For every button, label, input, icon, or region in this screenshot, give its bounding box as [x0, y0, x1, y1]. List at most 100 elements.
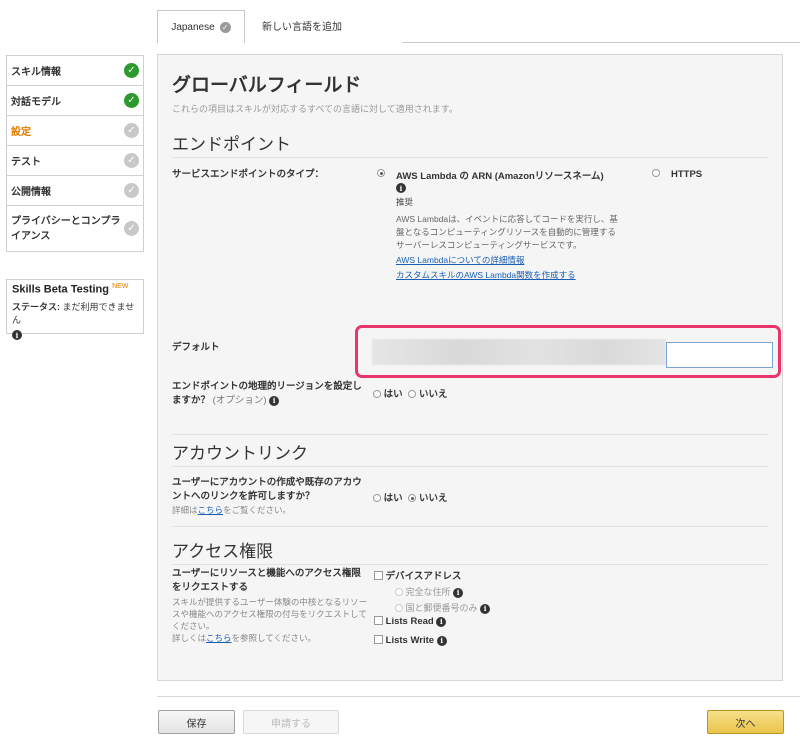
region-no-radio[interactable] [408, 390, 417, 398]
tab-japanese[interactable]: Japanese ✓ [157, 10, 245, 43]
permissions-help-link[interactable]: こちら [206, 633, 232, 643]
account-linking-help-link[interactable]: こちら [198, 505, 224, 515]
device-address-label[interactable]: デバイスアドレス [386, 571, 462, 582]
sidebar-item-label: テスト [11, 157, 41, 168]
permissions-question: ユーザーにリソースと機能へのアクセス権限 をリクエストする スキルが提供するユー… [172, 567, 367, 644]
info-icon[interactable]: i [269, 396, 280, 406]
beta-testing-box: Skills Beta Testing NEW ステータス: まだ利用できません… [6, 279, 144, 341]
sidebar-item-test[interactable]: テスト ✓ [7, 146, 143, 176]
full-address-radio[interactable] [395, 588, 403, 596]
save-button[interactable]: 保存 [158, 710, 235, 734]
full-address-label[interactable]: 完全な住所 [406, 587, 451, 597]
sidebar-item-label: スキル情報 [11, 67, 61, 78]
check-complete-icon: ✓ [124, 93, 139, 108]
new-badge: NEW [112, 283, 129, 290]
submit-button[interactable]: 申請する [243, 710, 339, 734]
detail-suffix: をご覧ください。 [223, 505, 292, 515]
region-label-line: エンドポイントの地理的リージョンを設定し [172, 381, 362, 392]
recommended-label: 推奨 [396, 197, 414, 207]
lists-read-checkbox[interactable] [374, 616, 383, 625]
highlight-box [355, 325, 781, 378]
lambda-description: AWS Lambdaは、イベントに応答してコードを実行し、基 盤となるコンピュー… [396, 213, 618, 252]
question-line: をリクエストする [172, 582, 249, 593]
lambda-radio[interactable] [377, 169, 385, 177]
lambda-desc-line: AWS Lambdaは、イベントに応答してコードを実行し、基 [396, 214, 618, 224]
sidebar-item-label: 対話モデル [11, 97, 61, 108]
sidebar: スキル情報 ✓ 対話モデル ✓ 設定 ✓ テスト ✓ 公開情報 ✓ プライバシー… [6, 55, 144, 252]
info-icon[interactable]: i [453, 587, 464, 598]
tab-japanese-label: Japanese [171, 21, 215, 33]
info-icon[interactable]: i [436, 635, 447, 646]
sidebar-item-skill-info[interactable]: スキル情報 ✓ [7, 56, 143, 86]
page-subtitle: これらの項目はスキルが対応するすべての言語に対して適用されます。 [172, 104, 458, 114]
check-complete-icon: ✓ [124, 63, 139, 78]
optional-label: (オプション) [212, 395, 267, 406]
https-option-label[interactable]: HTTPS [671, 169, 702, 180]
endpoint-type-label: サービスエンドポイントのタイプ： [172, 169, 325, 180]
account-linking-no-radio[interactable] [408, 494, 417, 502]
country-postal-label[interactable]: 国と郵便番号のみ [406, 603, 478, 613]
beta-title: Skills Beta Testing NEW [12, 283, 138, 296]
region-label-line: ますか？ [172, 395, 211, 406]
sidebar-item-label: 設定 [11, 127, 31, 138]
add-language-tab[interactable]: 新しい言語を追加 [262, 18, 342, 33]
lists-write-label[interactable]: Lists Write [386, 635, 434, 646]
divider [172, 526, 768, 527]
next-button[interactable]: 次へ [707, 710, 784, 734]
info-icon[interactable]: i [480, 603, 491, 614]
check-pending-icon: ✓ [124, 153, 139, 168]
https-radio[interactable] [652, 169, 660, 177]
lists-read-option: Lists Read i [374, 616, 447, 627]
page-title: グローバルフィールド [172, 75, 362, 96]
account-linking-no-label[interactable]: いいえ [419, 493, 448, 504]
device-address-option: デバイスアドレス [374, 568, 461, 582]
check-icon: ✓ [219, 21, 231, 33]
sidebar-item-publishing[interactable]: 公開情報 ✓ [7, 176, 143, 206]
footer-divider [157, 696, 800, 697]
region-no-label[interactable]: いいえ [419, 389, 448, 400]
region-yes-radio[interactable] [373, 390, 381, 398]
account-linking-yes-label[interactable]: はい [384, 493, 403, 504]
beta-status-label: ステータス: [12, 301, 60, 312]
lambda-option-label[interactable]: AWS Lambda の ARN (Amazonリソースネーム) [396, 168, 604, 182]
region-label: エンドポイントの地理的リージョンを設定し ますか？ (オプション) i [172, 380, 362, 408]
region-yes-label[interactable]: はい [384, 389, 403, 400]
permissions-desc-line: ください。 [172, 621, 215, 631]
beta-title-text: Skills Beta Testing [12, 283, 109, 296]
lists-write-option: Lists Write i [374, 635, 447, 646]
check-pending-icon: ✓ [124, 123, 139, 138]
account-linking-yes-radio[interactable] [373, 494, 381, 502]
language-tabs: Japanese ✓ 新しい言語を追加 [157, 10, 800, 43]
lists-read-label[interactable]: Lists Read [386, 616, 434, 627]
permissions-heading: アクセス権限 [172, 542, 274, 561]
country-postal-radio[interactable] [395, 604, 403, 612]
sidebar-item-configuration[interactable]: 設定 ✓ [7, 116, 143, 146]
lists-write-checkbox[interactable] [374, 635, 383, 644]
info-icon[interactable]: i [12, 330, 22, 341]
question-line: ユーザーにリソースと機能へのアクセス権限 [172, 568, 361, 579]
sidebar-item-interaction-model[interactable]: 対話モデル ✓ [7, 86, 143, 116]
account-linking-heading: アカウントリンク [172, 444, 308, 463]
sidebar-item-label: プライバシーとコンプライアンス [11, 215, 121, 242]
lambda-desc-line: サーバーレスコンピューティングサービスです。 [396, 240, 582, 250]
create-lambda-link[interactable]: カスタムスキルのAWS Lambda関数を作成する [396, 270, 576, 280]
device-address-checkbox[interactable] [374, 571, 383, 580]
lambda-links: AWS Lambdaについての詳細情報 カスタムスキルのAWS Lambda関数… [396, 254, 576, 282]
question-line: ントへのリンクを許可しますか？ [172, 491, 315, 502]
divider [172, 564, 768, 565]
beta-status: ステータス: まだ利用できません [12, 300, 138, 326]
region-radio-group: はい いいえ [373, 386, 447, 400]
account-linking-question: ユーザーにアカウントの作成や既存のアカウ ントへのリンクを許可しますか？ 詳細は… [172, 476, 362, 516]
global-fields-panel: グローバルフィールド これらの項目はスキルが対応するすべての言語に対して適用され… [157, 54, 783, 681]
divider [172, 466, 768, 467]
sidebar-item-privacy[interactable]: プライバシーとコンプライアンス ✓ [7, 206, 143, 251]
permissions-desc-line: スキルが提供するユーザー体験の中核となるリソー [172, 597, 368, 607]
question-line: ユーザーにアカウントの作成や既存のアカウ [172, 477, 362, 488]
lambda-desc-line: 盤となるコンピューティングリソースを自動的に管理する [396, 227, 616, 237]
check-pending-icon: ✓ [124, 221, 139, 236]
info-icon[interactable]: i [436, 616, 447, 627]
lambda-details-link[interactable]: AWS Lambdaについての詳細情報 [396, 255, 524, 265]
endpoint-heading: エンドポイント [172, 135, 291, 154]
info-icon[interactable]: i [396, 183, 406, 193]
divider [172, 157, 768, 158]
